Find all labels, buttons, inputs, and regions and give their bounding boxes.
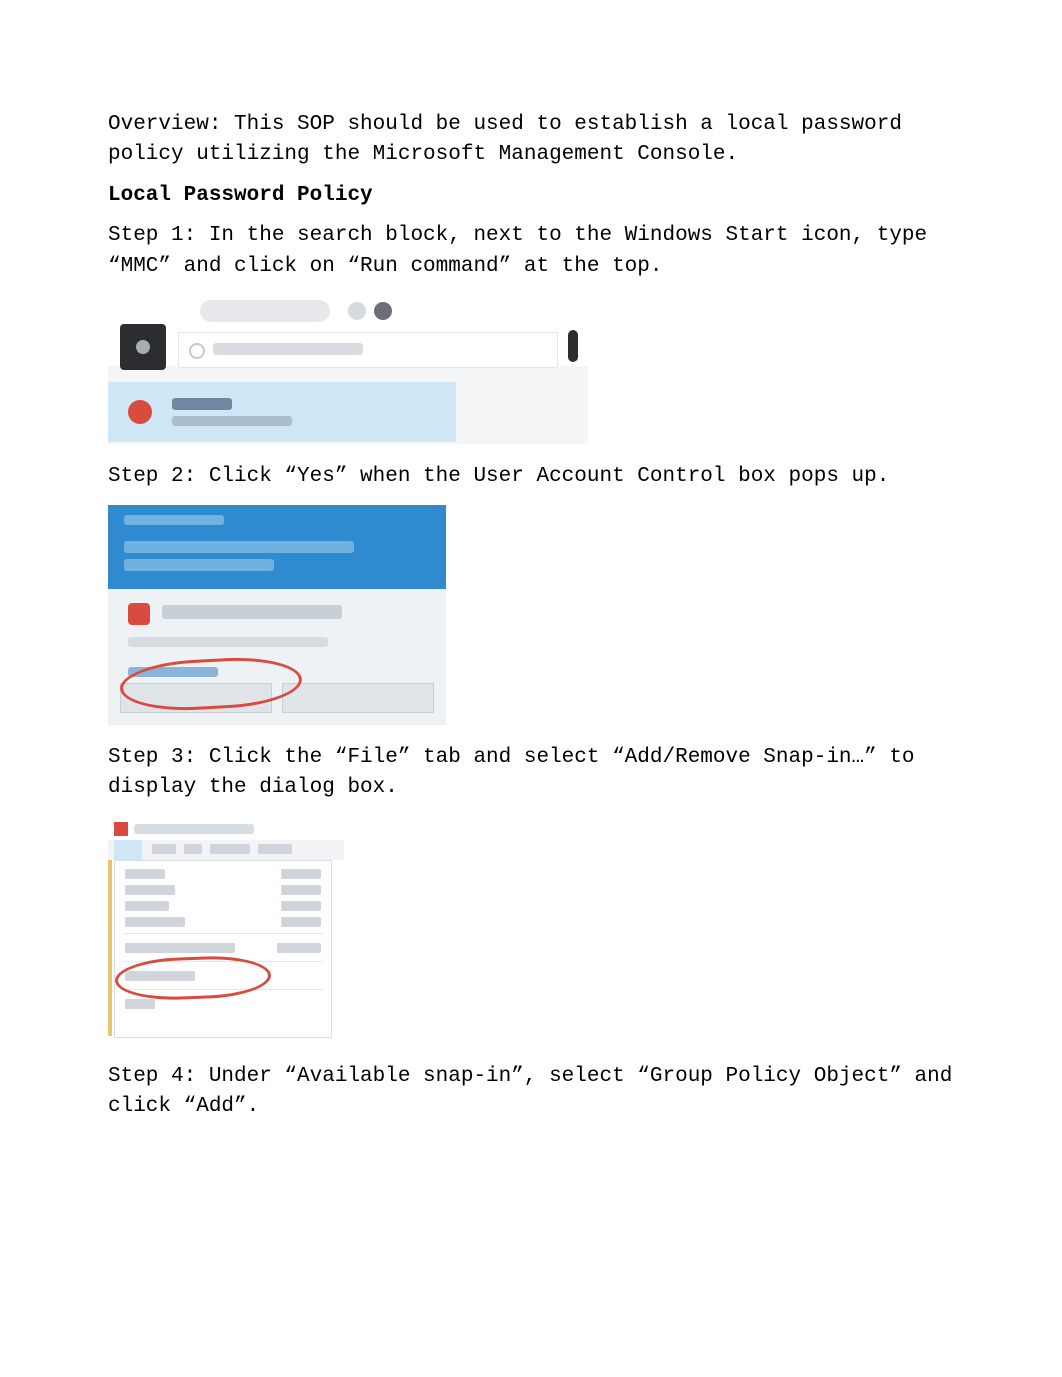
- step-2-text: Step 2: Click “Yes” when the User Accoun…: [108, 462, 954, 492]
- start-button-icon: [120, 324, 166, 370]
- shield-icon: [128, 603, 150, 625]
- uac-app-title-line: [162, 605, 342, 619]
- filter-icon: [348, 302, 366, 320]
- file-tab-highlight: [114, 840, 142, 860]
- step-4-text: Step 4: Under “Available snap-in”, selec…: [108, 1062, 954, 1123]
- uac-body: [108, 589, 446, 725]
- search-placeholder-line: [213, 343, 363, 355]
- menu-item-line: [184, 844, 202, 854]
- menu-item-line: [210, 844, 250, 854]
- menu-item-line: [258, 844, 292, 854]
- step-3-text: Step 3: Click the “File” tab and select …: [108, 743, 954, 804]
- overview-paragraph: Overview: This SOP should be used to est…: [108, 110, 954, 171]
- screenshot-uac-dialog: [108, 505, 446, 725]
- window-title: [114, 822, 264, 836]
- search-result-row: [108, 382, 456, 442]
- tree-gutter: [108, 860, 112, 1036]
- uac-header-line: [124, 559, 274, 571]
- result-subtitle-line: [172, 416, 292, 426]
- menu-item-line: [152, 844, 176, 854]
- screenshot-search-bar: [108, 294, 588, 444]
- app-icon: [128, 400, 152, 424]
- step-1-text: Step 1: In the search block, next to the…: [108, 221, 954, 282]
- app-icon: [114, 822, 128, 836]
- uac-header: [108, 505, 446, 589]
- window-title-line: [134, 824, 254, 834]
- uac-no-button: [282, 683, 434, 713]
- taskbar-area: [108, 294, 588, 366]
- filter-pill: [200, 300, 330, 322]
- file-dropdown: [114, 860, 332, 1038]
- search-input-mock: [178, 332, 558, 368]
- document-page: Overview: This SOP should be used to est…: [0, 0, 1062, 1377]
- uac-header-line: [124, 541, 354, 553]
- uac-yes-button: [120, 683, 272, 713]
- uac-header-line: [124, 515, 224, 525]
- section-heading: Local Password Policy: [108, 181, 954, 211]
- filter-icon: [374, 302, 392, 320]
- mic-icon: [568, 330, 578, 362]
- result-title-line: [172, 398, 232, 410]
- uac-details-link: [128, 667, 218, 677]
- uac-publisher-line: [128, 637, 328, 647]
- uac-button-row: [120, 683, 434, 713]
- screenshot-mmc-file-menu: [108, 816, 344, 1044]
